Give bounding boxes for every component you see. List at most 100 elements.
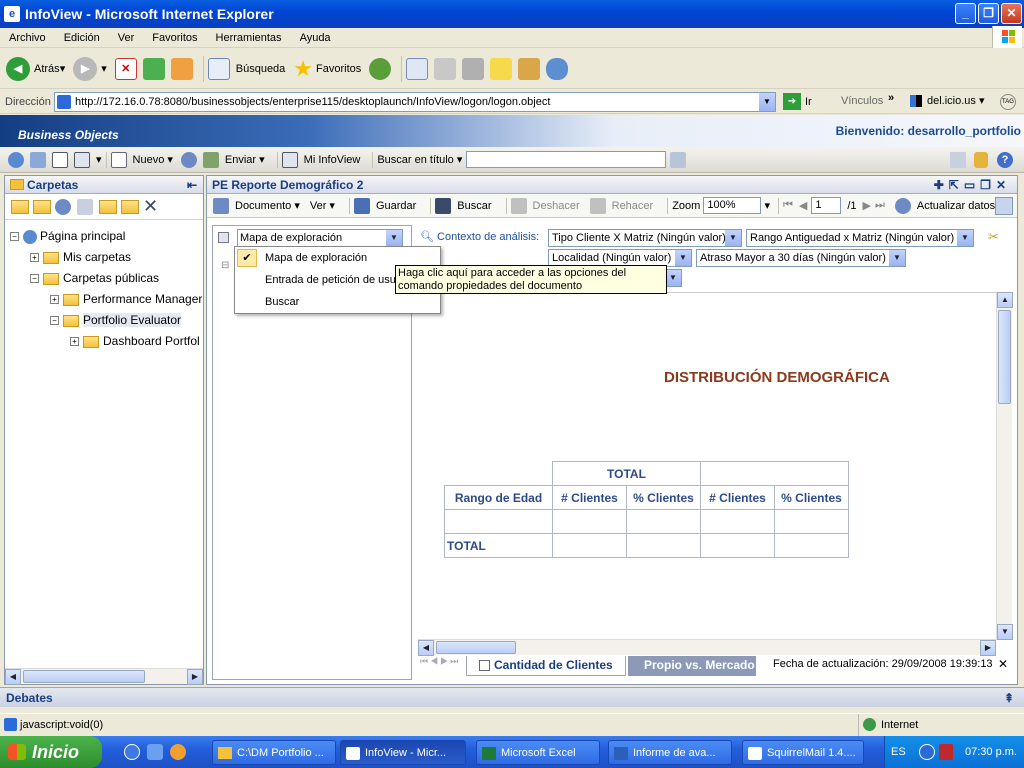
print-icon[interactable] — [434, 57, 457, 80]
layout-icon[interactable] — [52, 151, 68, 168]
new-button[interactable]: Nuevo ▾ — [110, 151, 173, 168]
scroll-thumb[interactable] — [436, 641, 516, 654]
collapse-icon[interactable]: − — [30, 274, 39, 284]
mail-icon[interactable] — [406, 57, 429, 80]
filter-rango-antiguedad[interactable]: Rango Antiguedad x Matriz (Ningún valor)… — [746, 229, 974, 247]
start-button[interactable]: Inicio — [0, 736, 102, 768]
media-quicklaunch-icon[interactable] — [170, 744, 186, 760]
view-menu[interactable]: Ver ▾ — [310, 199, 335, 213]
scroll-right-icon[interactable]: ▶ — [187, 669, 203, 685]
expand-icon[interactable]: + — [30, 253, 39, 263]
tree-item-my-folders[interactable]: + Mis carpetas — [30, 247, 131, 268]
clock[interactable]: 07:30 p.m. — [965, 736, 1017, 768]
forward-button[interactable]: ▶ ▾ — [73, 56, 107, 81]
search-go-icon[interactable] — [670, 151, 687, 168]
tree-item-portfolio-evaluator[interactable]: − Portfolio Evaluator — [50, 310, 182, 331]
antivirus-icon[interactable] — [939, 744, 953, 760]
stop-icon[interactable]: ✕ — [114, 57, 137, 80]
document-menu[interactable]: Documento ▾ — [213, 197, 300, 214]
tab-propio-vs-mercado[interactable]: Propio vs. Mercado — [628, 656, 756, 676]
close-button[interactable]: ✕ — [1001, 3, 1022, 24]
refresh-icon[interactable] — [180, 151, 197, 168]
scroll-right-icon[interactable]: ▶ — [980, 640, 996, 656]
save-button[interactable]: Guardar — [353, 197, 416, 214]
send-button[interactable]: Enviar ▾ — [202, 151, 265, 168]
filter-tool-icon[interactable]: ✂ — [988, 229, 1004, 245]
delicious-button[interactable]: del.icio.us ▾ — [910, 94, 985, 107]
go-button[interactable]: ➔ Ir — [783, 93, 812, 110]
search-scope-label[interactable]: Buscar en título — [377, 154, 453, 166]
tree-expand-icon[interactable]: ⊟ — [221, 260, 229, 271]
find-button[interactable]: Buscar — [435, 197, 492, 214]
favorites-button[interactable]: ★ Favoritos — [293, 56, 361, 82]
notes-icon[interactable] — [490, 57, 513, 80]
tag-icon[interactable]: TAG — [1000, 94, 1016, 110]
next-page-icon[interactable]: ▶ — [863, 199, 871, 212]
close-icon[interactable]: ✕ — [998, 657, 1008, 671]
report-horizontal-scrollbar[interactable]: ◀ ▶ — [418, 639, 996, 656]
menu-herramientas[interactable]: Herramientas — [207, 32, 291, 44]
desktop-quicklaunch-icon[interactable] — [147, 744, 163, 760]
report-vertical-scrollbar[interactable]: ▲ ▼ — [996, 292, 1013, 640]
ie-quicklaunch-icon[interactable] — [124, 744, 140, 760]
prev-page-icon[interactable]: ◀ — [799, 199, 807, 212]
my-infoview-button[interactable]: Mi InfoView — [281, 151, 360, 168]
move-folder-icon[interactable] — [99, 199, 117, 214]
last-page-icon[interactable]: ⏭ — [875, 199, 885, 212]
menu-ayuda[interactable]: Ayuda — [291, 32, 340, 44]
home-icon[interactable] — [170, 57, 193, 80]
task-squirrelmail[interactable]: SquirrelMail 1.4.... — [742, 740, 864, 765]
preferences-icon[interactable] — [950, 152, 966, 168]
scroll-thumb[interactable] — [23, 670, 145, 683]
filter-atraso[interactable]: Atraso Mayor a 30 días (Ningún valor) ▼ — [696, 249, 906, 267]
menu-ver[interactable]: Ver — [109, 32, 144, 44]
research-icon[interactable] — [518, 57, 541, 80]
scroll-down-icon[interactable]: ▼ — [997, 624, 1013, 640]
tree-item-home[interactable]: − Página principal — [10, 226, 125, 247]
refresh-icon[interactable] — [55, 198, 71, 215]
scroll-up-icon[interactable]: ▲ — [997, 292, 1013, 308]
chevron-down-icon[interactable]: ▼ — [386, 230, 402, 246]
chevron-down-icon[interactable]: ▼ — [665, 270, 681, 286]
chevron-right-icon[interactable]: » — [888, 92, 894, 104]
collapse-panel-icon[interactable]: ⇤ — [187, 176, 197, 194]
menu-edicion[interactable]: Edición — [55, 32, 109, 44]
task-informe[interactable]: Informe de ava... — [608, 740, 732, 765]
lock-icon[interactable] — [974, 152, 988, 168]
tab-cantidad-clientes[interactable]: Cantidad de Clientes — [466, 656, 626, 676]
title-search-input[interactable] — [466, 151, 667, 168]
scroll-thumb[interactable] — [998, 310, 1011, 404]
horizontal-scrollbar[interactable]: ◀ ▶ — [5, 668, 203, 685]
menu-archivo[interactable]: Archivo — [0, 32, 55, 44]
expand-icon[interactable]: + — [50, 295, 59, 305]
page-input[interactable]: 1 — [811, 197, 842, 214]
filter-icon[interactable] — [30, 151, 46, 168]
scroll-left-icon[interactable]: ◀ — [5, 669, 21, 685]
edit-icon[interactable] — [462, 57, 485, 80]
copy-folder-icon[interactable] — [121, 199, 139, 214]
new-folder-icon[interactable] — [11, 199, 29, 214]
chevron-down-icon[interactable]: ▼ — [957, 230, 973, 246]
delete-icon[interactable]: ✕ — [143, 196, 158, 217]
menu-favoritos[interactable]: Favoritos — [143, 32, 206, 44]
tree-item-performance-manager[interactable]: + Performance Manager — [50, 289, 205, 310]
task-dm-portfolio[interactable]: C:\DM Portfolio ... — [212, 740, 336, 765]
filter-tipo-cliente[interactable]: Tipo Cliente X Matriz (Ningún valor) ▼ — [548, 229, 742, 247]
tree-item-public-folders[interactable]: − Carpetas públicas — [30, 268, 159, 289]
globe-icon[interactable] — [8, 151, 24, 168]
restore-button[interactable]: ❐ — [978, 3, 999, 24]
search-button[interactable]: Búsqueda — [207, 57, 285, 80]
address-input[interactable]: http://172.16.0.78:8080/businessobjects/… — [54, 92, 776, 112]
open-folder-icon[interactable] — [33, 199, 51, 214]
zoom-input[interactable]: 100% — [703, 197, 762, 214]
navigation-select[interactable]: Mapa de exploración ▼ — [237, 229, 403, 247]
debates-panel[interactable]: Debates ⇞ — [0, 687, 1024, 707]
task-excel[interactable]: Microsoft Excel — [476, 740, 600, 765]
tab-navigation-icon[interactable]: ⏮◀▶⏭ — [420, 656, 460, 667]
search-panel-icon[interactable] — [995, 197, 1013, 215]
help-icon[interactable]: ? — [997, 152, 1013, 168]
language-indicator[interactable]: ES — [891, 736, 906, 768]
back-button[interactable]: ◀ Atrás ▾ — [6, 56, 65, 81]
address-dropdown-icon[interactable]: ▼ — [759, 93, 775, 111]
scroll-left-icon[interactable]: ◀ — [418, 640, 434, 656]
